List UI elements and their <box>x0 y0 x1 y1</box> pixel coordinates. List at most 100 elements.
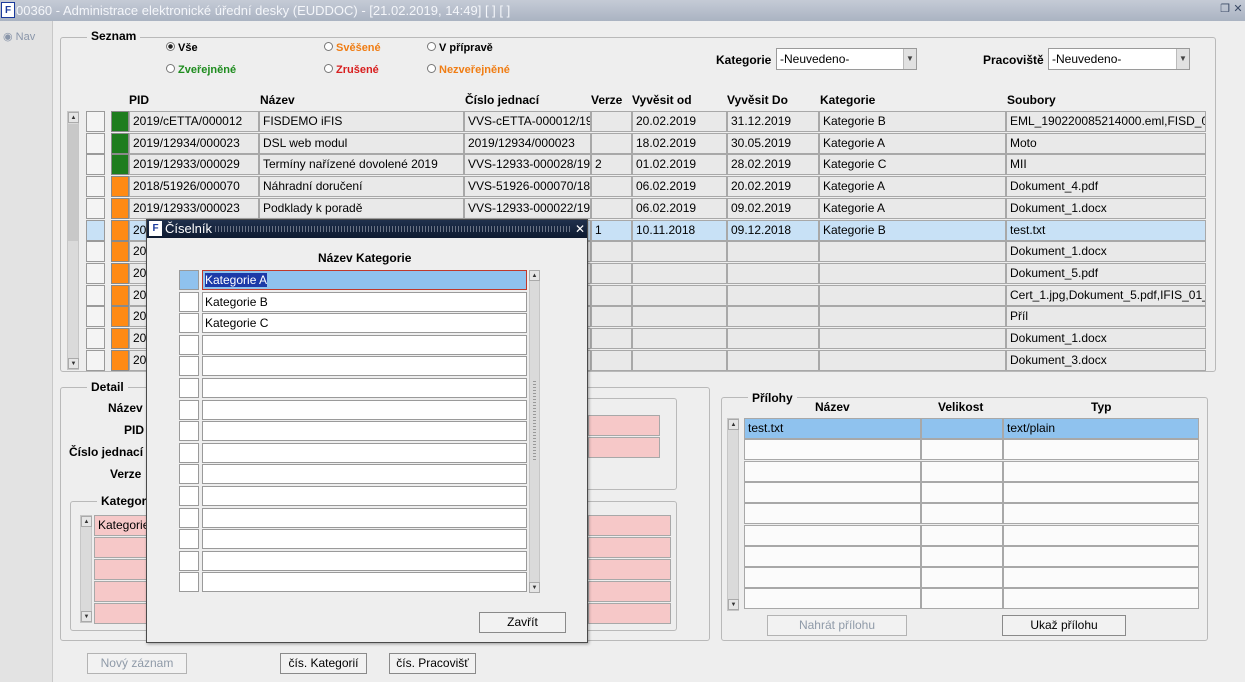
cell-soubory[interactable]: Dokument_4.pdf <box>1006 176 1206 198</box>
chevron-down-icon[interactable]: ▼ <box>1176 49 1189 69</box>
cell-kategorie[interactable] <box>819 328 1006 349</box>
dialog-row-selector[interactable] <box>179 334 199 355</box>
dialog-row-selector[interactable] <box>179 313 199 334</box>
cell-od[interactable]: 18.02.2019 <box>632 132 727 154</box>
prilohy-cell-nazev[interactable] <box>744 588 921 610</box>
cell-do[interactable]: 09.12.2018 <box>727 219 819 241</box>
dialog-list-item[interactable] <box>202 421 527 442</box>
cell-verze[interactable] <box>591 284 632 306</box>
kategorie-list-item[interactable] <box>94 559 154 580</box>
cell-od[interactable]: 20.02.2019 <box>632 111 727 132</box>
prilohy-cell-velikost[interactable] <box>921 481 1003 503</box>
scroll-up-icon[interactable]: ▲ <box>728 419 739 430</box>
prilohy-cell-nazev[interactable] <box>744 439 921 461</box>
kategorie-list-item[interactable] <box>588 559 671 580</box>
cell-od[interactable] <box>632 241 727 263</box>
show-attachment-button[interactable]: Ukaž přílohu <box>1002 615 1126 636</box>
cell-soubory[interactable]: Dokument_1.docx <box>1006 328 1206 349</box>
dialog-scrollbar[interactable]: ▲ ▼ <box>529 270 540 593</box>
prilohy-cell-typ[interactable] <box>1003 460 1199 482</box>
row-selector[interactable] <box>86 197 105 219</box>
dialog-row-selector[interactable] <box>179 421 199 442</box>
prilohy-scrollbar[interactable]: ▲ ▼ <box>727 418 739 611</box>
row-selector[interactable] <box>86 328 105 349</box>
cell-verze[interactable] <box>591 328 632 349</box>
cell-pid[interactable]: 2019/12933/000023 <box>129 197 259 219</box>
cell-od[interactable] <box>632 306 727 328</box>
kategorie-list-item[interactable]: Kategorie <box>94 515 154 536</box>
detail-name-field[interactable] <box>588 415 660 436</box>
cell-od[interactable]: 10.11.2018 <box>632 219 727 241</box>
cell-do[interactable] <box>727 284 819 306</box>
dialog-row-selector[interactable] <box>179 291 199 312</box>
dialog-list-item[interactable] <box>202 464 527 485</box>
row-selector[interactable] <box>86 176 105 198</box>
dialog-list-item[interactable] <box>202 572 527 593</box>
row-selector[interactable] <box>86 349 105 371</box>
cell-nazev[interactable]: DSL web modul <box>259 132 464 154</box>
cell-nazev[interactable]: Termíny nařízené dovolené 2019 <box>259 154 464 176</box>
prilohy-cell-nazev[interactable] <box>744 481 921 503</box>
cell-kategorie[interactable] <box>819 306 1006 328</box>
prilohy-cell-nazev[interactable]: test.txt <box>744 418 921 439</box>
prilohy-cell-velikost[interactable] <box>921 545 1003 567</box>
kategorie-list-item[interactable] <box>588 581 671 602</box>
cell-od[interactable] <box>632 262 727 284</box>
cell-verze[interactable]: 2 <box>591 154 632 176</box>
cell-verze[interactable] <box>591 349 632 371</box>
cell-verze[interactable] <box>591 306 632 328</box>
close-icon[interactable]: ✕ <box>1232 3 1244 15</box>
row-selector[interactable] <box>86 306 105 328</box>
radio-v-priprave[interactable]: V přípravě <box>427 42 493 54</box>
scroll-up-icon[interactable]: ▲ <box>81 516 92 527</box>
cell-cislo[interactable]: VVS-12933-000028/19 <box>464 154 591 176</box>
cell-verze[interactable] <box>591 241 632 263</box>
row-selector[interactable] <box>86 219 105 241</box>
dialog-row-selector[interactable] <box>179 270 199 290</box>
prilohy-cell-typ[interactable] <box>1003 481 1199 503</box>
row-selector[interactable] <box>86 284 105 306</box>
dialog-row-selector[interactable] <box>179 464 199 485</box>
chevron-down-icon[interactable]: ▼ <box>903 49 916 69</box>
restore-icon[interactable]: ❐ <box>1219 3 1231 15</box>
prilohy-cell-nazev[interactable] <box>744 567 921 589</box>
row-selector[interactable] <box>86 111 105 132</box>
scrollbar-grip[interactable] <box>533 381 536 461</box>
cell-do[interactable]: 30.05.2019 <box>727 132 819 154</box>
dialog-list-item[interactable]: Kategorie B <box>202 291 527 312</box>
cell-do[interactable]: 09.02.2019 <box>727 197 819 219</box>
dialog-list-item[interactable] <box>202 529 527 550</box>
prilohy-cell-velikost[interactable] <box>921 439 1003 461</box>
prilohy-cell-velikost[interactable] <box>921 524 1003 546</box>
prilohy-cell-typ[interactable] <box>1003 503 1199 525</box>
prilohy-cell-velikost[interactable] <box>921 567 1003 589</box>
cell-soubory[interactable]: Dokument_5.pdf <box>1006 262 1206 284</box>
new-record-button[interactable]: Nový záznam <box>87 653 187 674</box>
prilohy-cell-nazev[interactable] <box>744 460 921 482</box>
scroll-down-icon[interactable]: ▼ <box>728 599 739 610</box>
cell-od[interactable] <box>632 328 727 349</box>
radio-vse[interactable]: Vše <box>166 42 198 54</box>
cell-od[interactable] <box>632 284 727 306</box>
dialog-titlebar[interactable]: F Číselník ✕ <box>147 220 587 238</box>
dialog-list-item[interactable]: Kategorie C <box>202 313 527 334</box>
kategorie-list-item[interactable] <box>588 603 671 624</box>
cell-nazev[interactable]: Podklady k poradě <box>259 197 464 219</box>
kategorie-list-item[interactable] <box>94 537 154 558</box>
cell-soubory[interactable]: test.txt <box>1006 219 1206 241</box>
cell-soubory[interactable]: Dokument_1.docx <box>1006 241 1206 263</box>
dialog-row-selector[interactable] <box>179 486 199 506</box>
dialog-row-selector[interactable] <box>179 399 199 420</box>
cell-do[interactable]: 20.02.2019 <box>727 176 819 198</box>
cell-verze[interactable] <box>591 111 632 132</box>
pracoviste-select[interactable]: -Neuvedeno- ▼ <box>1048 48 1190 70</box>
kategorie-list-scrollbar[interactable]: ▲ ▼ <box>80 515 92 623</box>
dialog-list-item[interactable] <box>202 507 527 528</box>
cell-cislo[interactable]: 2019/12934/000023 <box>464 132 591 154</box>
table-scrollbar[interactable]: ▲ ▼ <box>67 111 79 370</box>
upload-attachment-button[interactable]: Nahrát přílohu <box>767 615 907 636</box>
scroll-up-icon[interactable]: ▲ <box>68 112 79 123</box>
kategorie-list-item[interactable] <box>588 515 671 536</box>
cell-soubory[interactable]: Moto <box>1006 132 1206 154</box>
cell-cislo[interactable]: VVS-12933-000022/19 <box>464 197 591 219</box>
